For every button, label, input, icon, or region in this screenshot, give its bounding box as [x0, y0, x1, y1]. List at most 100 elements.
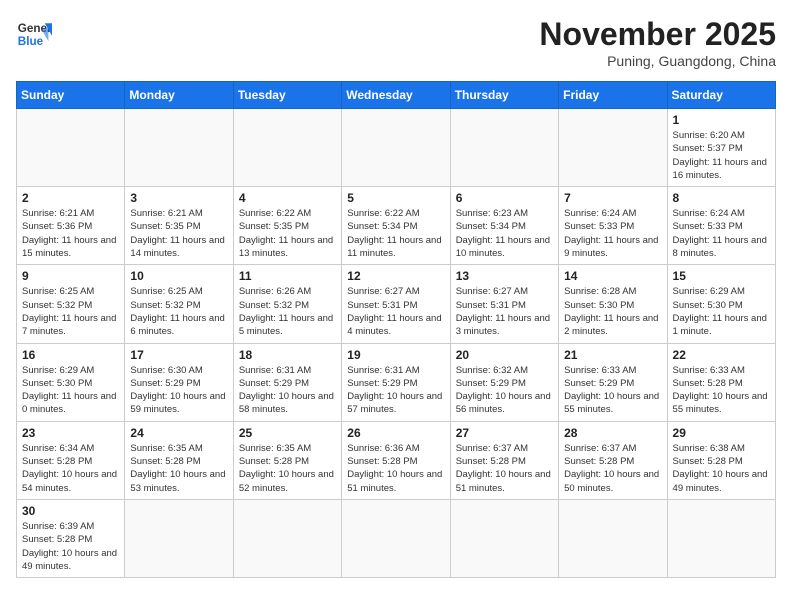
day-info: Sunrise: 6:25 AM Sunset: 5:32 PM Dayligh… [130, 285, 227, 338]
day-number: 10 [130, 269, 227, 283]
logo-icon: General Blue [16, 16, 52, 52]
day-info: Sunrise: 6:24 AM Sunset: 5:33 PM Dayligh… [673, 207, 770, 260]
calendar-cell: 17 Sunrise: 6:30 AM Sunset: 5:29 PM Dayli… [125, 343, 233, 421]
calendar-cell [450, 499, 558, 577]
day-number: 26 [347, 426, 444, 440]
svg-text:Blue: Blue [18, 35, 44, 48]
calendar-cell: 14Sunrise: 6:28 AM Sunset: 5:30 PM Dayli… [559, 265, 667, 343]
day-number: 17 [130, 348, 227, 362]
calendar-cell [667, 499, 775, 577]
week-row-1: 2 Sunrise: 6:21 AM Sunset: 5:36 PM Daylig… [17, 187, 776, 265]
day-info: Sunrise: 6:27 AM Sunset: 5:31 PM Dayligh… [456, 285, 553, 338]
calendar-cell: 29 Sunrise: 6:38 AM Sunset: 5:28 PM Dayli… [667, 421, 775, 499]
calendar-cell [17, 109, 125, 187]
day-info: Sunrise: 6:34 AM Sunset: 5:28 PM Dayligh… [22, 442, 119, 495]
day-number: 3 [130, 191, 227, 205]
week-row-0: 1Sunrise: 6:20 AM Sunset: 5:37 PM Daylig… [17, 109, 776, 187]
location-subtitle: Puning, Guangdong, China [539, 53, 776, 69]
calendar-cell: 10 Sunrise: 6:25 AM Sunset: 5:32 PM Dayli… [125, 265, 233, 343]
day-info: Sunrise: 6:39 AM Sunset: 5:28 PM Dayligh… [22, 520, 119, 573]
header: General Blue November 2025 Puning, Guang… [16, 16, 776, 69]
calendar-cell: 12Sunrise: 6:27 AM Sunset: 5:31 PM Dayli… [342, 265, 450, 343]
calendar-cell: 13Sunrise: 6:27 AM Sunset: 5:31 PM Dayli… [450, 265, 558, 343]
calendar-cell: 30 Sunrise: 6:39 AM Sunset: 5:28 PM Dayli… [17, 499, 125, 577]
day-number: 9 [22, 269, 119, 283]
day-info: Sunrise: 6:26 AM Sunset: 5:32 PM Dayligh… [239, 285, 336, 338]
day-info: Sunrise: 6:22 AM Sunset: 5:35 PM Dayligh… [239, 207, 336, 260]
calendar-cell: 19Sunrise: 6:31 AM Sunset: 5:29 PM Dayli… [342, 343, 450, 421]
calendar-cell: 11Sunrise: 6:26 AM Sunset: 5:32 PM Dayli… [233, 265, 341, 343]
calendar-cell: 15Sunrise: 6:29 AM Sunset: 5:30 PM Dayli… [667, 265, 775, 343]
day-info: Sunrise: 6:31 AM Sunset: 5:29 PM Dayligh… [239, 364, 336, 417]
calendar-cell: 1Sunrise: 6:20 AM Sunset: 5:37 PM Daylig… [667, 109, 775, 187]
day-info: Sunrise: 6:33 AM Sunset: 5:28 PM Dayligh… [673, 364, 770, 417]
calendar-cell [559, 499, 667, 577]
week-row-4: 23 Sunrise: 6:34 AM Sunset: 5:28 PM Dayli… [17, 421, 776, 499]
weekday-header-row: SundayMondayTuesdayWednesdayThursdayFrid… [17, 82, 776, 109]
day-number: 30 [22, 504, 119, 518]
day-info: Sunrise: 6:33 AM Sunset: 5:29 PM Dayligh… [564, 364, 661, 417]
month-title: November 2025 [539, 16, 776, 53]
day-number: 24 [130, 426, 227, 440]
day-number: 23 [22, 426, 119, 440]
day-info: Sunrise: 6:35 AM Sunset: 5:28 PM Dayligh… [239, 442, 336, 495]
week-row-3: 16Sunrise: 6:29 AM Sunset: 5:30 PM Dayli… [17, 343, 776, 421]
calendar-cell: 6 Sunrise: 6:23 AM Sunset: 5:34 PM Daylig… [450, 187, 558, 265]
day-number: 15 [673, 269, 770, 283]
day-info: Sunrise: 6:30 AM Sunset: 5:29 PM Dayligh… [130, 364, 227, 417]
calendar-cell: 22Sunrise: 6:33 AM Sunset: 5:28 PM Dayli… [667, 343, 775, 421]
weekday-header-tuesday: Tuesday [233, 82, 341, 109]
day-number: 29 [673, 426, 770, 440]
day-info: Sunrise: 6:23 AM Sunset: 5:34 PM Dayligh… [456, 207, 553, 260]
weekday-header-sunday: Sunday [17, 82, 125, 109]
calendar-cell [450, 109, 558, 187]
day-number: 2 [22, 191, 119, 205]
calendar-cell: 26 Sunrise: 6:36 AM Sunset: 5:28 PM Dayli… [342, 421, 450, 499]
calendar-cell [233, 499, 341, 577]
day-info: Sunrise: 6:38 AM Sunset: 5:28 PM Dayligh… [673, 442, 770, 495]
calendar: SundayMondayTuesdayWednesdayThursdayFrid… [16, 81, 776, 578]
calendar-cell [342, 109, 450, 187]
day-number: 4 [239, 191, 336, 205]
day-info: Sunrise: 6:24 AM Sunset: 5:33 PM Dayligh… [564, 207, 661, 260]
weekday-header-saturday: Saturday [667, 82, 775, 109]
day-number: 7 [564, 191, 661, 205]
calendar-cell: 20 Sunrise: 6:32 AM Sunset: 5:29 PM Dayli… [450, 343, 558, 421]
day-number: 8 [673, 191, 770, 205]
day-number: 27 [456, 426, 553, 440]
calendar-cell: 7 Sunrise: 6:24 AM Sunset: 5:33 PM Daylig… [559, 187, 667, 265]
calendar-cell: 24Sunrise: 6:35 AM Sunset: 5:28 PM Dayli… [125, 421, 233, 499]
day-number: 25 [239, 426, 336, 440]
day-number: 16 [22, 348, 119, 362]
calendar-cell: 21Sunrise: 6:33 AM Sunset: 5:29 PM Dayli… [559, 343, 667, 421]
calendar-cell: 5 Sunrise: 6:22 AM Sunset: 5:34 PM Daylig… [342, 187, 450, 265]
day-info: Sunrise: 6:32 AM Sunset: 5:29 PM Dayligh… [456, 364, 553, 417]
day-info: Sunrise: 6:36 AM Sunset: 5:28 PM Dayligh… [347, 442, 444, 495]
weekday-header-monday: Monday [125, 82, 233, 109]
calendar-cell: 4 Sunrise: 6:22 AM Sunset: 5:35 PM Daylig… [233, 187, 341, 265]
day-number: 6 [456, 191, 553, 205]
calendar-cell: 28Sunrise: 6:37 AM Sunset: 5:28 PM Dayli… [559, 421, 667, 499]
day-number: 28 [564, 426, 661, 440]
calendar-cell [559, 109, 667, 187]
calendar-cell: 2 Sunrise: 6:21 AM Sunset: 5:36 PM Daylig… [17, 187, 125, 265]
day-info: Sunrise: 6:25 AM Sunset: 5:32 PM Dayligh… [22, 285, 119, 338]
calendar-cell: 23 Sunrise: 6:34 AM Sunset: 5:28 PM Dayli… [17, 421, 125, 499]
day-number: 5 [347, 191, 444, 205]
weekday-header-wednesday: Wednesday [342, 82, 450, 109]
weekday-header-friday: Friday [559, 82, 667, 109]
day-info: Sunrise: 6:21 AM Sunset: 5:36 PM Dayligh… [22, 207, 119, 260]
calendar-cell: 16Sunrise: 6:29 AM Sunset: 5:30 PM Dayli… [17, 343, 125, 421]
calendar-cell [125, 499, 233, 577]
calendar-cell: 9 Sunrise: 6:25 AM Sunset: 5:32 PM Daylig… [17, 265, 125, 343]
day-info: Sunrise: 6:20 AM Sunset: 5:37 PM Dayligh… [673, 129, 770, 182]
calendar-cell [342, 499, 450, 577]
day-info: Sunrise: 6:37 AM Sunset: 5:28 PM Dayligh… [456, 442, 553, 495]
day-info: Sunrise: 6:22 AM Sunset: 5:34 PM Dayligh… [347, 207, 444, 260]
title-area: November 2025 Puning, Guangdong, China [539, 16, 776, 69]
day-number: 12 [347, 269, 444, 283]
week-row-5: 30 Sunrise: 6:39 AM Sunset: 5:28 PM Dayli… [17, 499, 776, 577]
calendar-cell: 27 Sunrise: 6:37 AM Sunset: 5:28 PM Dayli… [450, 421, 558, 499]
calendar-cell: 25 Sunrise: 6:35 AM Sunset: 5:28 PM Dayli… [233, 421, 341, 499]
day-number: 20 [456, 348, 553, 362]
